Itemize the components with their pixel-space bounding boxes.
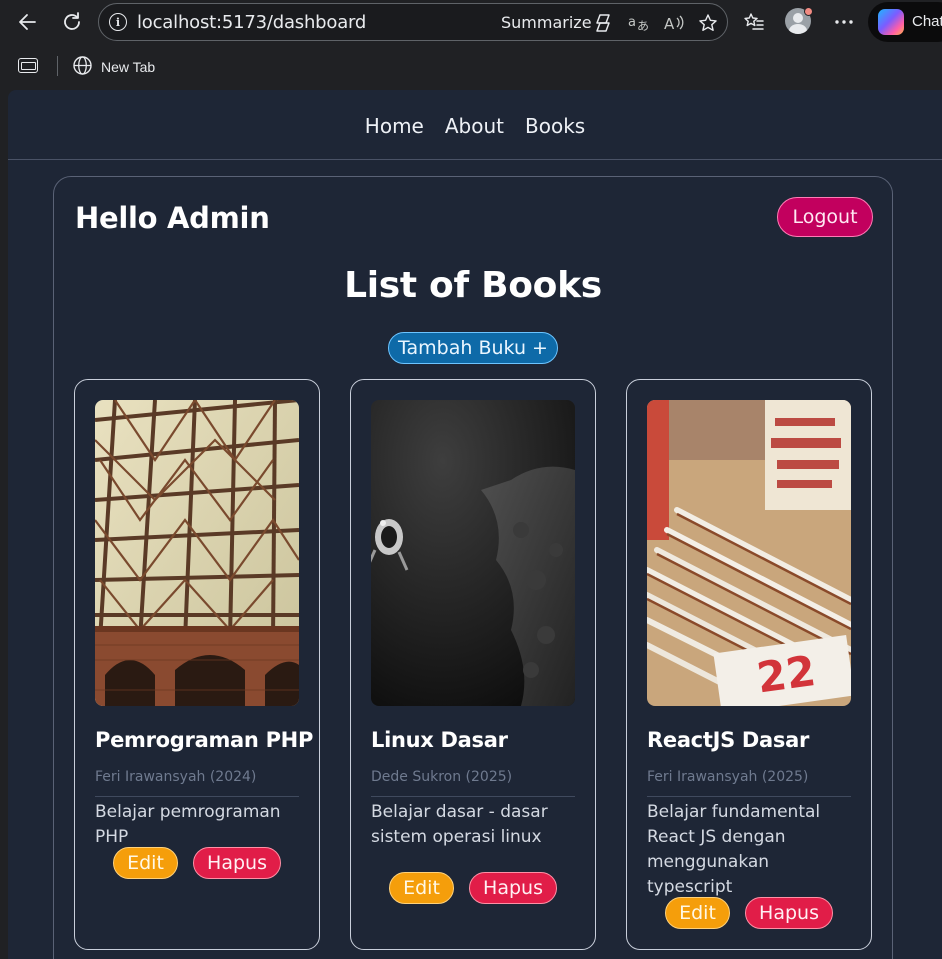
book-card: 22 ReactJS Dasar Feri Irawansyah (2025) … [626,379,872,950]
book-divider [647,796,851,797]
copilot-icon [878,9,904,35]
book-author-year: Feri Irawansyah (2025) [647,769,809,785]
book-cover-image [371,400,575,706]
list-title: List of Books [344,265,602,306]
address-bar[interactable]: i localhost:5173/dashboard Summarize aあ … [98,3,728,41]
edit-button[interactable]: Edit [665,897,730,929]
nav-link-about[interactable]: About [445,114,504,138]
read-aloud-icon[interactable]: A [663,12,685,34]
url-text[interactable]: localhost:5173/dashboard [137,12,366,33]
book-card: Pemrograman PHP Feri Irawansyah (2024) B… [74,379,320,950]
back-icon[interactable] [14,8,42,36]
book-title: Linux Dasar [371,728,508,752]
book-title: ReactJS Dasar [647,728,810,752]
edit-button[interactable]: Edit [389,872,454,904]
greeting-heading: Hello Admin [75,201,270,235]
logout-button[interactable]: Logout [777,197,873,237]
refresh-icon[interactable] [58,8,86,36]
delete-button[interactable]: Hapus [193,847,281,879]
book-description: Belajar dasar - dasar sistem operasi lin… [371,802,548,847]
globe-icon[interactable] [72,55,93,76]
favorites-bar: New Tab [0,44,942,88]
edit-button[interactable]: Edit [113,847,178,879]
book-description: Belajar fundamental React JS dengan meng… [647,802,821,897]
dashboard-card: Hello Admin Logout List of Books Tambah … [53,176,893,959]
book-divider [371,796,575,797]
nav-link-home[interactable]: Home [365,114,424,138]
copilot-label: Chat [912,13,942,30]
summarize-icon[interactable] [593,13,613,33]
browser-toolbar: i localhost:5173/dashboard Summarize aあ … [0,0,942,44]
book-card: Linux Dasar Dede Sukron (2025) Belajar d… [350,379,596,950]
page-viewport: Home About Books Hello Admin Logout List… [8,90,942,959]
favorite-star-icon[interactable] [697,12,719,34]
more-options-icon[interactable] [830,8,858,36]
site-nav: Home About Books [8,90,942,160]
book-cover-image: 22 [647,400,851,706]
delete-button[interactable]: Hapus [469,872,557,904]
nav-link-books[interactable]: Books [525,114,585,138]
notification-dot [804,7,813,16]
tab-actions-icon[interactable] [18,58,38,73]
svg-text:22: 22 [754,646,819,703]
copilot-button[interactable]: Chat [868,2,942,42]
book-author-year: Dede Sukron (2025) [371,769,513,785]
book-cover-image [95,400,299,706]
svg-text:a: a [628,15,636,30]
delete-button[interactable]: Hapus [745,897,833,929]
translate-icon[interactable]: aあ [627,12,649,34]
book-title: Pemrograman PHP [95,728,314,752]
favorites-divider [57,56,58,76]
add-book-button[interactable]: Tambah Buku + [388,332,558,364]
site-info-icon[interactable]: i [109,13,127,31]
book-divider [95,796,299,797]
summarize-button[interactable]: Summarize [501,13,592,32]
svg-text:A: A [664,15,675,33]
svg-text:あ: あ [637,19,649,33]
favorite-new-tab[interactable]: New Tab [101,59,155,75]
book-author-year: Feri Irawansyah (2024) [95,769,257,785]
book-description: Belajar pemrograman PHP [95,802,281,847]
favorites-icon[interactable] [740,8,768,36]
